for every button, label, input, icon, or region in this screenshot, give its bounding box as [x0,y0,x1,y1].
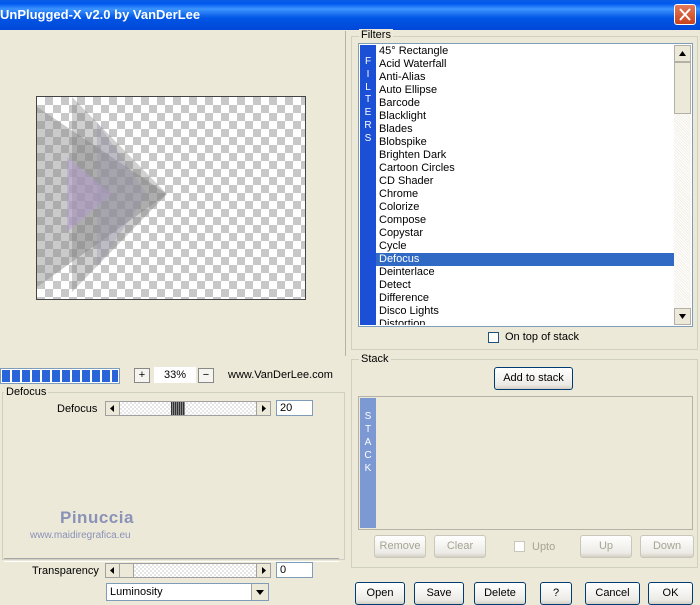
remove-button[interactable]: Remove [374,535,426,558]
filter-item[interactable]: Cartoon Circles [376,162,674,175]
stack-group-title: Stack [359,353,391,365]
tab-letter: C [364,450,372,461]
render-progress-bar [0,368,120,384]
chevron-down-icon [256,590,264,595]
blend-mode-select[interactable]: Luminosity [106,583,269,601]
filter-item[interactable]: CD Shader [376,175,674,188]
filter-item[interactable]: Copystar [376,227,674,240]
arrow-left-icon [110,567,114,574]
stack-tab-letters: STACK [360,398,376,475]
scroll-down-button[interactable] [674,308,691,325]
watermark-url: www.maidiregrafica.eu [30,530,131,541]
filter-item[interactable]: Cycle [376,240,674,253]
filter-item[interactable]: Blobspike [376,136,674,149]
scroll-up-button[interactable] [674,45,691,62]
on-top-checkbox[interactable] [488,332,499,343]
tab-letter: L [365,81,371,93]
zoom-out-button[interactable]: − [198,368,214,383]
defocus-slider[interactable] [105,401,271,416]
defocus-group-title: Defocus [4,386,49,398]
upto-checkbox[interactable] [514,541,525,552]
clear-button[interactable]: Clear [434,535,486,558]
defocus-label: Defocus [57,403,98,415]
filters-group-title: Filters [359,29,393,41]
transparency-slider[interactable] [105,563,271,578]
progress-fill [2,370,118,382]
title-bar: UnPlugged-X v2.0 by VanDerLee [0,0,700,30]
slider-track[interactable] [120,402,256,415]
filter-item[interactable]: Defocus [376,253,674,266]
filters-items: 45° Rectangle Acid Waterfall Anti-Alias Aut… [376,45,674,325]
blend-mode-value: Luminosity [110,586,163,598]
window-title: UnPlugged-X v2.0 by VanDerLee [0,7,201,22]
filter-item[interactable]: 45° Rectangle [376,45,674,58]
tab-letter: E [364,107,372,119]
filter-item[interactable]: Compose [376,214,674,227]
preview-image [37,97,167,292]
filter-item[interactable]: Difference [376,292,674,305]
on-top-label: On top of stack [505,331,579,343]
filter-item[interactable]: Detect [376,279,674,292]
slider-thumb[interactable] [171,402,185,415]
arrow-right-icon [262,405,266,412]
filter-item[interactable]: Barcode [376,97,674,110]
upto-label: Upto [532,541,556,553]
slider-left-arrow[interactable] [106,402,120,415]
arrow-right-icon [262,567,266,574]
tab-letter: A [364,437,372,448]
tab-letter: R [364,119,372,131]
dropdown-arrow-button[interactable] [251,584,268,600]
filter-item[interactable]: Chrome [376,188,674,201]
slider-left-arrow[interactable] [106,564,120,577]
filter-item[interactable]: Colorize [376,201,674,214]
zoom-level: 33% [154,367,196,383]
add-to-stack-button[interactable]: Add to stack [494,367,573,390]
zoom-in-button[interactable]: + [134,368,150,383]
tab-letter: I [366,68,370,80]
watermark-name: Pinuccia [60,508,134,527]
filters-vertical-tab: FILTERS [360,45,376,325]
tab-letter: T [364,94,372,106]
transparency-value-field[interactable]: 0 [276,562,313,578]
plus-icon: + [138,369,146,381]
filter-item[interactable]: Disco Lights [376,305,674,318]
stack-vertical-tab: STACK [360,398,376,528]
filter-item[interactable]: Acid Waterfall [376,58,674,71]
filters-tab-letters: FILTERS [360,45,376,146]
slider-thumb[interactable] [120,564,134,577]
tab-letter: S [364,411,372,422]
filter-item[interactable]: Brighten Dark [376,149,674,162]
slider-right-arrow[interactable] [256,564,270,577]
preview-canvas[interactable] [36,96,306,300]
stack-items-area [377,398,691,528]
filter-item[interactable]: Auto Ellipse [376,84,674,97]
minus-icon: − [202,369,210,381]
filter-item[interactable]: Distortion [376,318,674,325]
tab-letter: T [364,424,372,435]
close-icon [679,8,691,21]
filter-item[interactable]: Deinterlace [376,266,674,279]
filter-item[interactable]: Blacklight [376,110,674,123]
tab-letter: F [364,56,372,67]
filter-item[interactable]: Blades [376,123,674,136]
chevron-down-icon [679,314,686,319]
slider-right-arrow[interactable] [256,402,270,415]
scroll-thumb[interactable] [674,62,691,114]
arrow-left-icon [110,405,114,412]
chevron-up-icon [679,51,686,56]
defocus-value-field[interactable]: 20 [276,400,313,416]
transparency-label: Transparency [32,565,99,577]
tab-letter: K [364,463,372,474]
up-button[interactable]: Up [580,535,632,558]
close-button[interactable] [674,4,696,25]
filter-item[interactable]: Anti-Alias [376,71,674,84]
website-link[interactable]: www.VanDerLee.com [228,369,333,381]
tab-letter: S [364,132,372,144]
down-button[interactable]: Down [640,535,694,558]
slider-track[interactable] [134,564,256,577]
